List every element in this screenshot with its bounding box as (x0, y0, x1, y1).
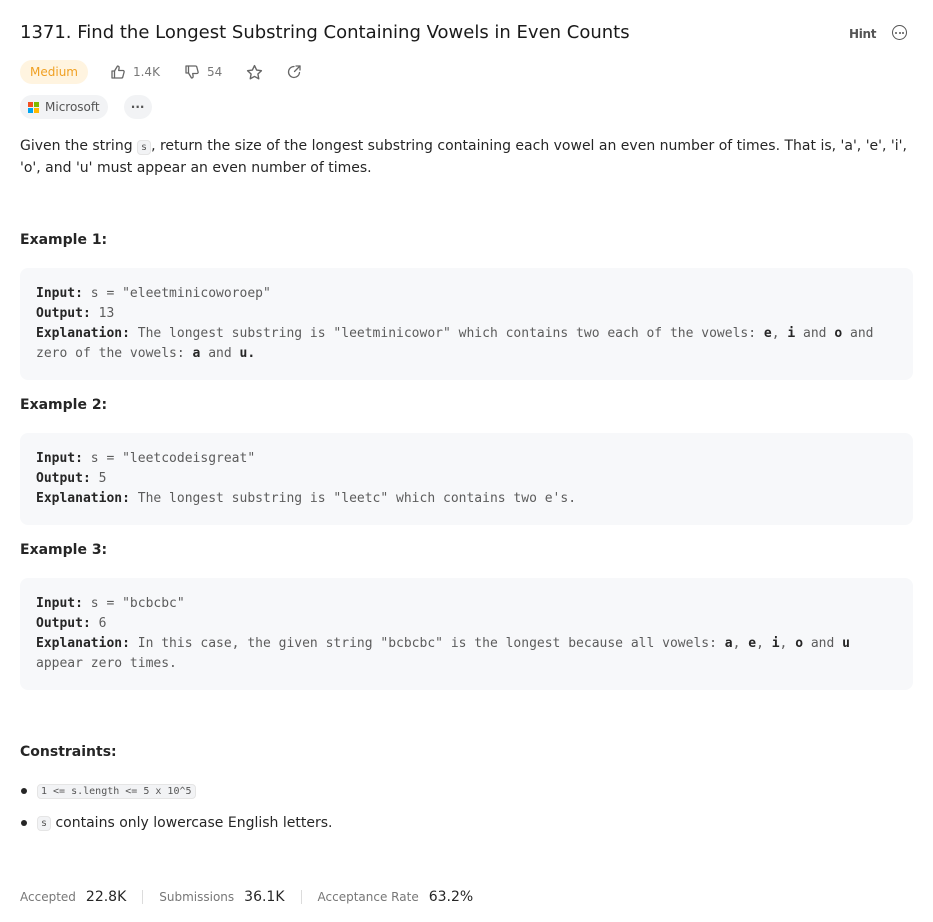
dislike-count: 54 (206, 65, 223, 79)
output-value: 6 (90, 616, 107, 631)
explanation-text: , (756, 636, 772, 651)
like-count: 1.4K (132, 65, 160, 79)
explanation-text: The longest substring is "leetc" which c… (129, 491, 577, 506)
example-3-heading: Example 3: (20, 542, 108, 558)
vowel: a (724, 636, 733, 651)
explanation-text: , (779, 636, 796, 651)
company-tag-microsoft[interactable]: Microsoft (20, 95, 108, 119)
output-value: 13 (90, 306, 115, 321)
submissions-value: 36.1K (244, 889, 285, 905)
divider (142, 890, 144, 904)
input-value: s = "leetcodeisgreat" (82, 451, 256, 466)
more-horizontal-icon: ··· (130, 100, 145, 114)
difficulty-badge: Medium (20, 60, 88, 84)
problem-meta-row: Medium 1.4K 54 (20, 60, 302, 84)
description-text: , return the size of the longest substri… (20, 138, 907, 176)
constraint-item: s contains only lowercase English letter… (20, 811, 332, 835)
constraints-heading: Constraints: (20, 744, 117, 760)
vowel: u (842, 636, 850, 651)
more-options-icon[interactable] (892, 25, 907, 40)
star-icon (247, 64, 263, 79)
example-1-heading: Example 1: (20, 232, 108, 248)
accepted-value: 22.8K (85, 889, 127, 905)
thumbs-down-icon (185, 65, 199, 79)
acceptance-rate-value: 63.2% (428, 889, 474, 905)
share-icon (288, 65, 301, 79)
explanation-text: and (200, 346, 240, 361)
constraints-list: 1 <= s.length <= 5 x 10^5 s contains onl… (20, 779, 332, 843)
accepted-label: Accepted (20, 890, 76, 904)
inline-code: s (137, 140, 152, 155)
explanation-text: The longest substring is "leetminicowor"… (129, 326, 764, 341)
explanation-text: and (803, 636, 843, 651)
explanation-text: and (795, 326, 835, 341)
favorite-button[interactable] (246, 64, 263, 81)
microsoft-logo-icon (28, 101, 39, 113)
vowel: e (763, 326, 772, 341)
problem-description: Given the string s, return the size of t… (20, 136, 915, 179)
vowel: e (748, 636, 757, 651)
vowel: u. (239, 346, 256, 361)
constraint-item: 1 <= s.length <= 5 x 10^5 (20, 779, 332, 803)
explanation: Explanation: The longest substring is "l… (36, 489, 897, 509)
example-3-box: Input: s = "bcbcbc" Output: 6 Explanatio… (20, 578, 913, 690)
thumbs-up-icon (111, 65, 125, 79)
output-label: Output: (36, 616, 91, 631)
explanation-label: Explanation: (36, 326, 130, 341)
explanation-text: , (732, 636, 749, 651)
example-1-box: Input: s = "eleetminicoworoep" Output: 1… (20, 268, 913, 380)
hint-button[interactable]: Hint (849, 27, 877, 41)
output-label: Output: (36, 306, 91, 321)
example-2-box: Input: s = "leetcodeisgreat" Output: 5 E… (20, 433, 913, 525)
bullet (21, 820, 27, 826)
input-value: s = "eleetminicoworoep" (82, 286, 271, 301)
explanation-text: In this case, the given string "bcbcbc" … (129, 636, 725, 651)
constraint-code: s (37, 815, 52, 831)
example-2-heading: Example 2: (20, 397, 108, 413)
vowel: o (795, 636, 804, 651)
bullet (21, 788, 27, 794)
stats-footer: Accepted 22.8K Submissions 36.1K Accepta… (20, 889, 473, 905)
acceptance-rate-label: Acceptance Rate (317, 890, 419, 904)
explanation: Explanation: In this case, the given str… (36, 634, 897, 674)
constraint-text: contains only lowercase English letters. (51, 815, 333, 831)
explanation: Explanation: The longest substring is "l… (36, 324, 897, 364)
company-name: Microsoft (45, 100, 100, 114)
submissions-label: Submissions (159, 890, 235, 904)
problem-title: 1371. Find the Longest Substring Contain… (20, 22, 630, 43)
description-text: Given the string (20, 138, 138, 154)
vowel: o (834, 326, 843, 341)
dislike-button[interactable]: 54 (184, 64, 222, 80)
explanation-text: , (771, 326, 788, 341)
share-button[interactable] (286, 64, 302, 80)
tags-row: Microsoft ··· (20, 95, 152, 119)
output-label: Output: (36, 471, 91, 486)
input-label: Input: (36, 451, 83, 466)
vowel: i (771, 636, 780, 651)
divider (300, 890, 302, 904)
like-button[interactable]: 1.4K (110, 64, 160, 80)
explanation-label: Explanation: (36, 636, 130, 651)
input-label: Input: (36, 596, 83, 611)
explanation-label: Explanation: (36, 491, 130, 506)
input-label: Input: (36, 286, 83, 301)
constraint-code: 1 <= s.length <= 5 x 10^5 (37, 783, 196, 799)
output-value: 5 (90, 471, 107, 486)
more-tags-button[interactable]: ··· (123, 95, 152, 119)
input-value: s = "bcbcbc" (82, 596, 185, 611)
